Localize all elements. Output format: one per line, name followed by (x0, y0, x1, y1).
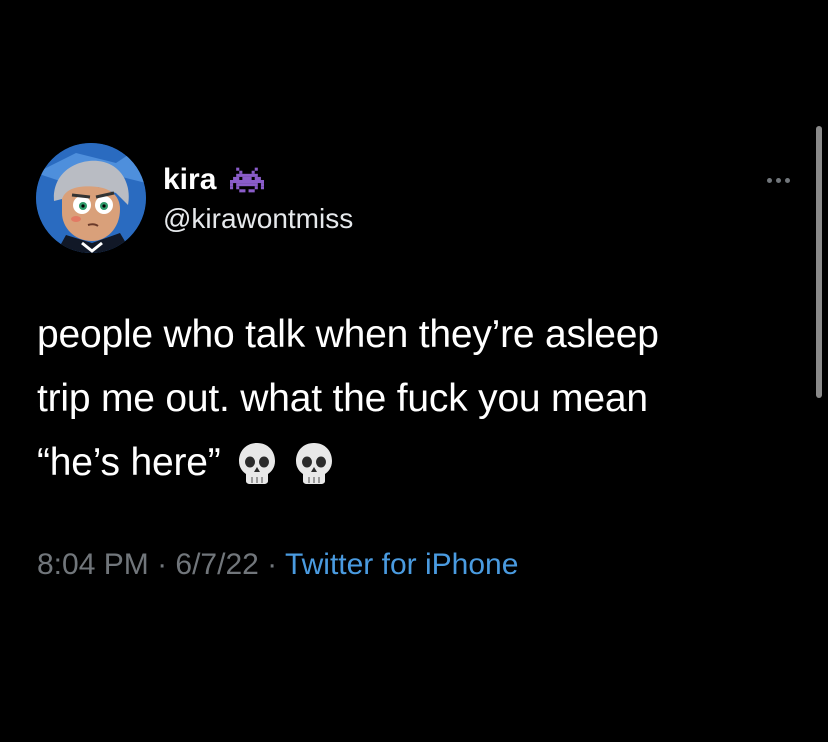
more-options-button[interactable] (758, 168, 798, 192)
tweet: kira @kirawontmiss people who talk when … (0, 0, 828, 742)
author-handle[interactable]: @kirawontmiss (163, 202, 353, 236)
tweet-text-line: trip me out. what the fuck you mean (37, 377, 648, 420)
author-name-row: kira (163, 162, 265, 198)
alien-monster-icon (230, 167, 265, 193)
tweet-text-line: people who talk when they’re asleep (37, 313, 659, 356)
more-dot-icon (784, 177, 790, 183)
tweet-date[interactable]: 6/7/22 (175, 548, 258, 581)
more-dot-icon (775, 177, 781, 183)
avatar-image (36, 143, 146, 253)
avatar[interactable] (36, 143, 146, 253)
display-name[interactable]: kira (163, 162, 216, 198)
skull-icon (294, 441, 334, 485)
tweet-text-line: “he’s here” (37, 441, 221, 484)
meta-separator: · (148, 548, 176, 581)
tweet-source-link[interactable]: Twitter for iPhone (285, 548, 518, 581)
tweet-time[interactable]: 8:04 PM (37, 548, 149, 581)
tweet-text: people who talk when they’re asleep trip… (37, 303, 797, 495)
scrollbar[interactable] (816, 126, 822, 398)
tweet-meta: 8:04 PM · 6/7/22 · Twitter for iPhone (37, 545, 518, 585)
tweet-text-line-with-emoji: “he’s here” (37, 431, 797, 495)
more-dot-icon (766, 177, 772, 183)
skull-icon (237, 441, 277, 485)
meta-separator: · (258, 548, 285, 581)
